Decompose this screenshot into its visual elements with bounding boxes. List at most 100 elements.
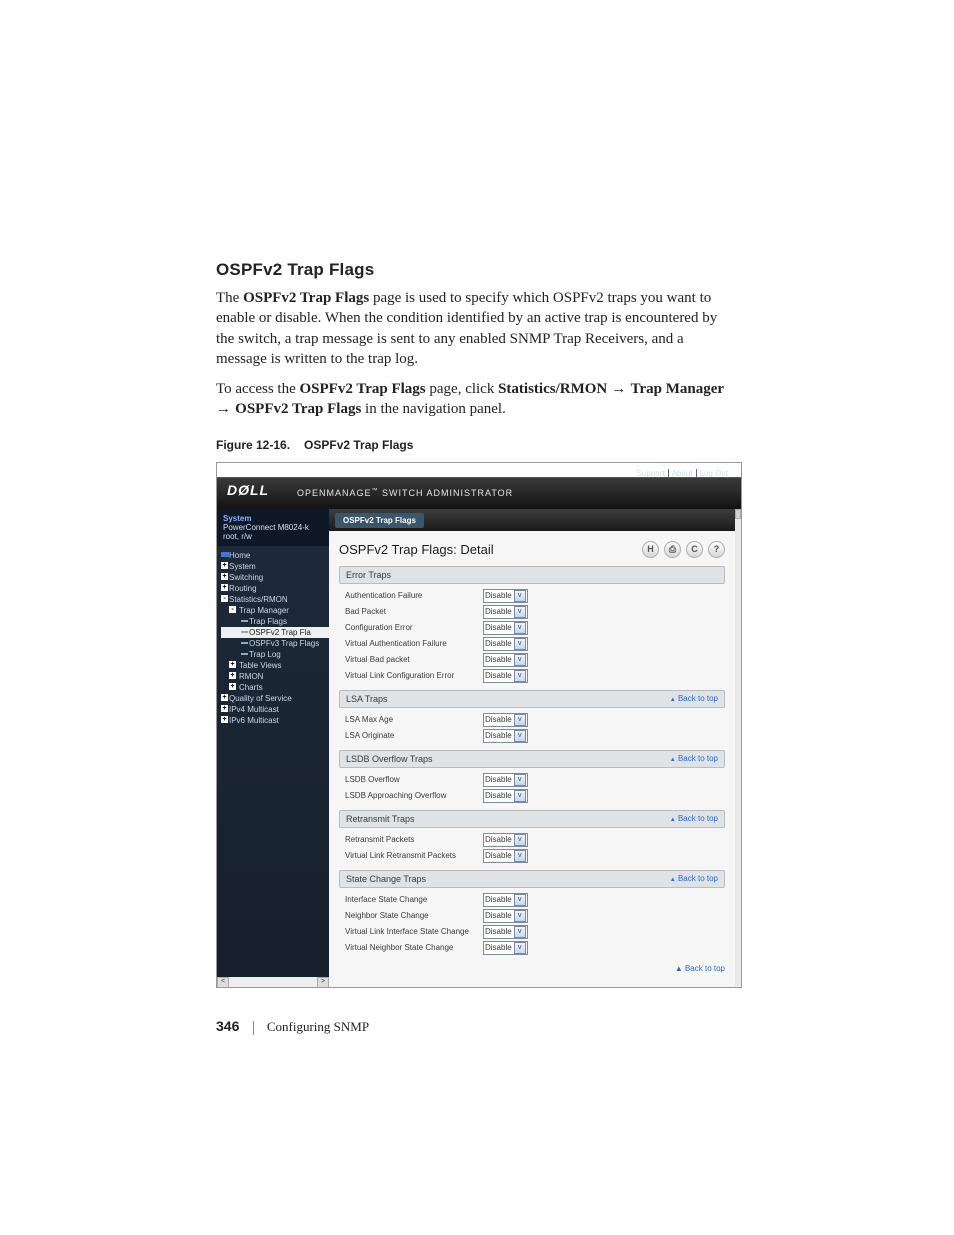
back-to-top-link[interactable]: ▲ Back to top [670, 814, 718, 823]
expand-icon[interactable]: + [229, 672, 236, 679]
collapse-icon[interactable]: - [229, 606, 236, 613]
print-icon[interactable]: ⎙ [664, 541, 681, 558]
select-value: Disable [485, 775, 512, 784]
tree-node[interactable]: +Table Views [221, 660, 329, 671]
leaf-icon [241, 620, 248, 622]
tree-node[interactable]: Trap Flags [221, 616, 329, 627]
tree-label: Switching [229, 573, 263, 582]
tree-label: Charts [239, 683, 263, 692]
tree-node[interactable]: -Statistics/RMON [221, 594, 329, 605]
setting-select[interactable]: Disablev [483, 941, 528, 955]
breadcrumb[interactable]: OSPFv2 Trap Flags [335, 513, 424, 528]
paragraph-2: To access the OSPFv2 Trap Flags page, cl… [216, 379, 734, 420]
back-to-top-link[interactable]: ▲ Back to top [670, 874, 718, 883]
chevron-down-icon[interactable]: v [514, 714, 526, 726]
sidebar-system-link[interactable]: System [223, 514, 323, 523]
sidebar-user: root, r/w [223, 532, 323, 541]
tree-node[interactable]: Trap Log [221, 649, 329, 660]
page-footer: 346 Configuring SNMP [216, 1018, 369, 1035]
tree-node[interactable]: +IPv4 Multicast [221, 704, 329, 715]
tree-node[interactable]: +RMON [221, 671, 329, 682]
save-icon[interactable]: H [642, 541, 659, 558]
expand-icon[interactable]: + [229, 661, 236, 668]
nav-tree: Home+System+Switching+Routing-Statistics… [217, 546, 329, 726]
tree-node[interactable]: +Charts [221, 682, 329, 693]
expand-icon[interactable]: + [221, 705, 228, 712]
setting-select[interactable]: Disablev [483, 849, 528, 863]
setting-select[interactable]: Disablev [483, 621, 528, 635]
setting-select[interactable]: Disablev [483, 925, 528, 939]
tree-node[interactable]: OSPFv2 Trap Fla [221, 627, 329, 638]
chevron-down-icon[interactable]: v [514, 926, 526, 938]
setting-select[interactable]: Disablev [483, 637, 528, 651]
setting-select[interactable]: Disablev [483, 909, 528, 923]
tree-label: Trap Flags [249, 617, 287, 626]
expand-icon[interactable]: + [221, 716, 228, 723]
setting-select[interactable]: Disablev [483, 893, 528, 907]
sidebar: System PowerConnect M8024-k root, r/w Ho… [217, 509, 329, 987]
refresh-icon[interactable]: C [686, 541, 703, 558]
chevron-down-icon[interactable]: v [514, 910, 526, 922]
trademark-icon: ™ [372, 488, 379, 494]
tree-node[interactable]: -Trap Manager [221, 605, 329, 616]
chevron-down-icon[interactable]: v [514, 654, 526, 666]
tree-node[interactable]: +Quality of Service [221, 693, 329, 704]
figure-caption: Figure 12-16.OSPFv2 Trap Flags [216, 438, 734, 452]
setting-select[interactable]: Disablev [483, 789, 528, 803]
chevron-down-icon[interactable]: v [514, 606, 526, 618]
select-value: Disable [485, 671, 512, 680]
tree-node[interactable]: +Switching [221, 572, 329, 583]
setting-select[interactable]: Disablev [483, 605, 528, 619]
setting-row: Configuration ErrorDisablev [339, 620, 725, 636]
chevron-down-icon[interactable]: v [514, 774, 526, 786]
chevron-down-icon[interactable]: v [514, 622, 526, 634]
tree-label: IPv6 Multicast [229, 716, 279, 725]
setting-select[interactable]: Disablev [483, 773, 528, 787]
tree-node[interactable]: +System [221, 561, 329, 572]
setting-select[interactable]: Disablev [483, 669, 528, 683]
sidebar-hscroll[interactable]: < > [217, 977, 329, 987]
vertical-scrollbar[interactable] [735, 509, 741, 987]
suite-title: OPENMANAGE™ SWITCH ADMINISTRATOR [297, 488, 513, 498]
setting-row: Virtual Link Interface State ChangeDisab… [339, 924, 725, 940]
setting-select[interactable]: Disablev [483, 729, 528, 743]
tree-node[interactable]: +Routing [221, 583, 329, 594]
help-icon[interactable]: ? [708, 541, 725, 558]
back-to-top-link[interactable]: ▲ Back to top [670, 694, 718, 703]
setting-select[interactable]: Disablev [483, 589, 528, 603]
setting-label: Interface State Change [339, 895, 483, 904]
chevron-down-icon[interactable]: v [514, 638, 526, 650]
text: SWITCH ADMINISTRATOR [379, 488, 514, 498]
chevron-down-icon[interactable]: v [514, 942, 526, 954]
tree-node[interactable]: OSPFv3 Trap Flags [221, 638, 329, 649]
scroll-right-icon[interactable]: > [317, 977, 329, 988]
expand-icon[interactable]: + [221, 573, 228, 580]
home-icon [221, 552, 229, 557]
setting-select[interactable]: Disablev [483, 713, 528, 727]
back-to-top-link[interactable]: ▲ Back to top [329, 962, 735, 975]
setting-row: Virtual Authentication FailureDisablev [339, 636, 725, 652]
expand-icon[interactable]: + [221, 562, 228, 569]
expand-icon[interactable]: + [221, 584, 228, 591]
chevron-down-icon[interactable]: v [514, 894, 526, 906]
page-title-row: OSPFv2 Trap Flags: Detail H⎙C? [339, 541, 725, 558]
chevron-down-icon[interactable]: v [514, 730, 526, 742]
tree-node[interactable]: Home [221, 550, 329, 561]
section-header: Error Traps [339, 566, 725, 584]
chevron-down-icon[interactable]: v [514, 850, 526, 862]
chevron-down-icon[interactable]: v [514, 790, 526, 802]
chevron-down-icon[interactable]: v [514, 834, 526, 846]
collapse-icon[interactable]: - [221, 595, 228, 602]
tree-node[interactable]: +IPv6 Multicast [221, 715, 329, 726]
scroll-left-icon[interactable]: < [217, 977, 229, 988]
scroll-up-icon[interactable] [735, 509, 741, 519]
expand-icon[interactable]: + [229, 683, 236, 690]
chevron-down-icon[interactable]: v [514, 670, 526, 682]
expand-icon[interactable]: + [221, 694, 228, 701]
setting-row: Virtual Bad packetDisablev [339, 652, 725, 668]
setting-select[interactable]: Disablev [483, 833, 528, 847]
setting-select[interactable]: Disablev [483, 653, 528, 667]
back-to-top-link[interactable]: ▲ Back to top [670, 754, 718, 763]
chevron-down-icon[interactable]: v [514, 590, 526, 602]
section-header: State Change Traps▲ Back to top [339, 870, 725, 888]
